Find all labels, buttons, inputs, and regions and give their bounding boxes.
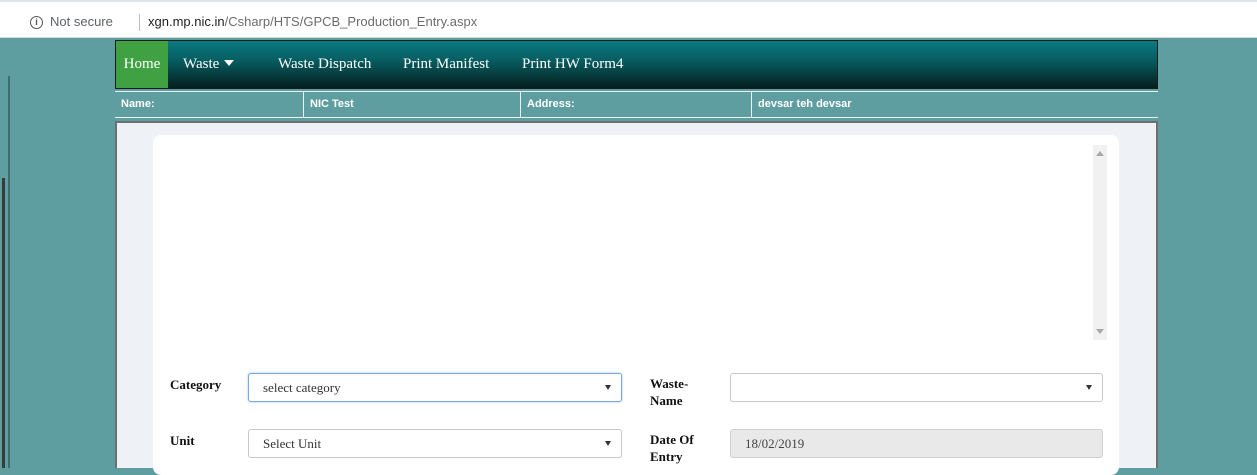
nav-waste-dispatch[interactable]: Waste Dispatch [278,41,371,88]
scroll-up-icon[interactable] [1096,151,1104,156]
url-host: xgn.mp.nic.in [148,14,225,29]
dropdown-arrow-icon [1086,385,1092,390]
name-value: NIC Test [303,92,520,117]
form-card: Category select category Waste- Name Uni… [153,135,1119,475]
date-label-line1: Date Of [650,432,694,447]
main-navbar: Home Waste Waste Dispatch Print Manifest… [115,40,1158,89]
address-value: devsar teh devsar [751,92,1158,117]
nav-home[interactable]: Home [116,41,168,88]
waste-name-label-line1: Waste- [650,376,689,391]
browser-top-edge [0,0,1257,2]
url-path: /Csharp/HTS/GPCB_Production_Entry.aspx [224,14,478,29]
left-edge-dark-bar [2,178,5,468]
waste-name-select[interactable] [730,373,1103,402]
nav-waste-dropdown[interactable]: Waste [183,41,235,88]
nav-waste-label: Waste [183,56,220,72]
scroll-down-icon[interactable] [1096,329,1104,334]
unit-label: Unit [170,433,195,448]
user-info-row: Name: NIC Test Address: devsar teh devsa… [115,91,1158,118]
date-of-entry-label: Date Of Entry [650,431,694,465]
date-label-line2: Entry [650,449,683,464]
date-of-entry-value: 18/02/2019 [745,436,805,451]
address-label: Address: [520,92,751,117]
address-separator [139,14,140,31]
category-selected-value: select category [263,380,341,395]
url-text[interactable]: xgn.mp.nic.in/Csharp/HTS/GPCB_Production… [148,14,477,29]
nav-print-manifest[interactable]: Print Manifest [403,41,489,88]
waste-name-label: Waste- Name [650,375,688,409]
browser-address-bar[interactable]: i Not secure xgn.mp.nic.in/Csharp/HTS/GP… [0,0,1257,38]
security-label[interactable]: Not secure [50,14,113,29]
date-of-entry-field[interactable]: 18/02/2019 [730,429,1103,458]
unit-selected-value: Select Unit [263,436,322,451]
dropdown-arrow-icon [605,441,611,446]
name-label: Name: [121,98,155,110]
category-select[interactable]: select category [248,373,622,402]
window-left-edge [0,38,12,468]
info-icon[interactable]: i [30,16,43,29]
nav-print-hw-form4[interactable]: Print HW Form4 [522,41,623,88]
left-edge-line [8,76,10,468]
content-panel: Category select category Waste- Name Uni… [115,121,1158,475]
caret-down-icon [224,60,235,66]
scrollbar[interactable] [1093,145,1107,340]
unit-select[interactable]: Select Unit [248,429,622,458]
waste-name-label-line2: Name [650,393,683,408]
category-label: Category [170,377,222,392]
dropdown-arrow-icon [605,385,611,390]
